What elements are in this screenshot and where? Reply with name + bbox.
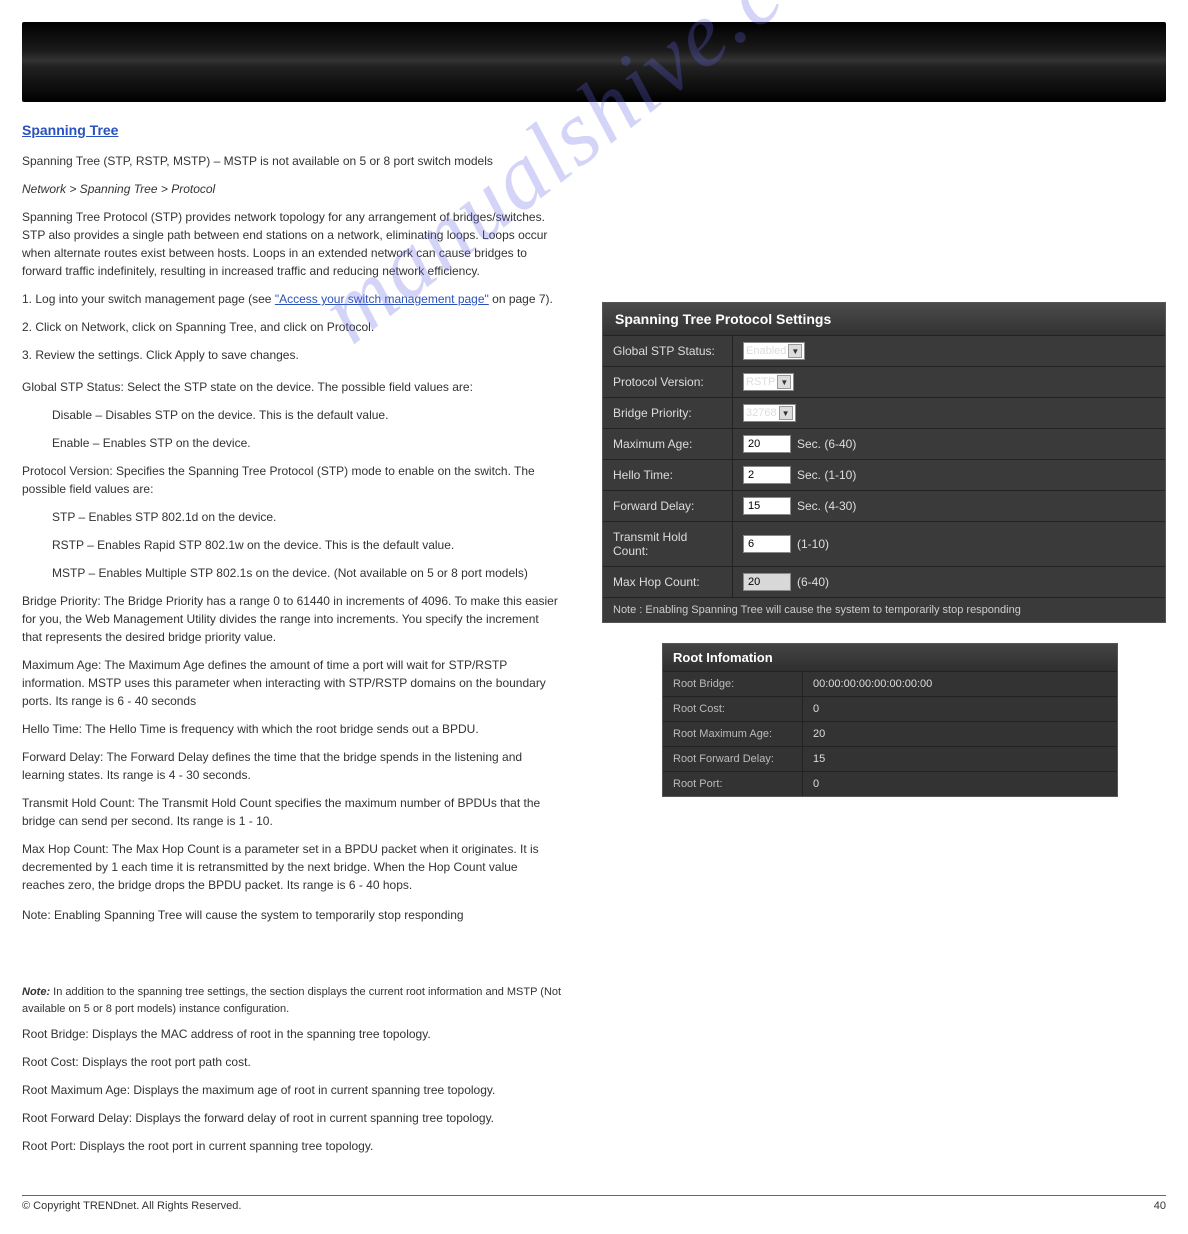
root-label-fwd: Root Forward Delay: <box>663 747 803 771</box>
bullet-fwd: Forward Delay: The Forward Delay defines… <box>22 748 562 784</box>
note-label: Note: <box>22 986 50 998</box>
select-proto[interactable]: RSTP▼ <box>743 373 794 391</box>
root-row-port: Root Port: 0 <box>663 772 1117 796</box>
nav-path: Network > Spanning Tree > Protocol <box>22 180 562 198</box>
row-proto: Protocol Version: RSTP▼ <box>603 367 1165 398</box>
note-inline: Note: Enabling Spanning Tree will cause … <box>22 906 562 924</box>
row-thc: Transmit Hold Count: (1-10) <box>603 522 1165 567</box>
bullet-stp: STP – Enables STP 802.1d on the device. <box>22 508 562 526</box>
label-mhc: Max Hop Count: <box>603 567 733 597</box>
section-title: Spanning Tree <box>22 122 1166 138</box>
root-b-max: Root Maximum Age: Displays the maximum a… <box>22 1081 562 1099</box>
range-maxage: Sec. (6-40) <box>797 437 856 451</box>
root-label-bridge: Root Bridge: <box>663 672 803 696</box>
root-row-cost: Root Cost: 0 <box>663 697 1117 722</box>
root-b-fwd: Root Forward Delay: Displays the forward… <box>22 1109 562 1127</box>
label-priority: Bridge Priority: <box>603 398 733 428</box>
input-maxage[interactable] <box>743 435 791 453</box>
header-banner <box>22 22 1166 102</box>
step-1: 1. Log into your switch management page … <box>22 290 562 308</box>
label-proto: Protocol Version: <box>603 367 733 397</box>
bullet-protocol: Protocol Version: Specifies the Spanning… <box>22 462 562 498</box>
row-priority: Bridge Priority: 32768▼ <box>603 398 1165 429</box>
input-fwd[interactable] <box>743 497 791 515</box>
chevron-down-icon: ▼ <box>779 406 793 420</box>
root-val-port: 0 <box>803 772 1117 796</box>
label-stp-status: Global STP Status: <box>603 336 733 366</box>
bullet-priority: Bridge Priority: The Bridge Priority has… <box>22 592 562 646</box>
root-val-max: 20 <box>803 722 1117 746</box>
root-val-fwd: 15 <box>803 747 1117 771</box>
root-b-bridge: Root Bridge: Displays the MAC address of… <box>22 1025 562 1043</box>
select-priority[interactable]: 32768▼ <box>743 404 796 422</box>
panel-note: Note : Enabling Spanning Tree will cause… <box>603 598 1165 622</box>
intro-text: Spanning Tree (STP, RSTP, MSTP) – MSTP i… <box>22 152 562 170</box>
root-row-fwd: Root Forward Delay: 15 <box>663 747 1117 772</box>
root-info-panel: Root Infomation Root Bridge: 00:00:00:00… <box>662 643 1118 797</box>
step-1-a: 1. Log into your switch management page … <box>22 292 271 306</box>
bullet-hello: Hello Time: The Hello Time is frequency … <box>22 720 562 738</box>
root-b-cost: Root Cost: Displays the root port path c… <box>22 1053 562 1071</box>
root-label-max: Root Maximum Age: <box>663 722 803 746</box>
row-fwd: Forward Delay: Sec. (4-30) <box>603 491 1165 522</box>
chevron-down-icon: ▼ <box>777 375 791 389</box>
bullet-mstp: MSTP – Enables Multiple STP 802.1s on th… <box>22 564 562 582</box>
bullet-disable: Disable – Disables STP on the device. Th… <box>22 406 562 424</box>
row-mhc: Max Hop Count: (6-40) <box>603 567 1165 598</box>
chevron-down-icon: ▼ <box>788 344 802 358</box>
root-val-cost: 0 <box>803 697 1117 721</box>
root-label-cost: Root Cost: <box>663 697 803 721</box>
root-row-max: Root Maximum Age: 20 <box>663 722 1117 747</box>
paragraph-stp: Spanning Tree Protocol (STP) provides ne… <box>22 208 562 280</box>
step-2: 2. Click on Network, click on Spanning T… <box>22 318 562 336</box>
footer-copyright: © Copyright TRENDnet. All Rights Reserve… <box>22 1200 241 1212</box>
bullet-stp-status: Global STP Status: Select the STP state … <box>22 378 562 396</box>
range-hello: Sec. (1-10) <box>797 468 856 482</box>
inline-link[interactable]: "Access your switch management page" <box>275 292 489 306</box>
note-root: Note: In addition to the spanning tree s… <box>22 984 562 1155</box>
left-column: Spanning Tree (STP, RSTP, MSTP) – MSTP i… <box>22 152 562 1165</box>
range-mhc: (6-40) <box>797 575 829 589</box>
input-hello[interactable] <box>743 466 791 484</box>
footer-page: 40 <box>1154 1200 1166 1212</box>
bullet-mhc: Max Hop Count: The Max Hop Count is a pa… <box>22 840 562 894</box>
label-maxage: Maximum Age: <box>603 429 733 459</box>
root-val-bridge: 00:00:00:00:00:00:00:00 <box>803 672 1117 696</box>
input-mhc[interactable] <box>743 573 791 591</box>
range-fwd: Sec. (4-30) <box>797 499 856 513</box>
bullet-enable: Enable – Enables STP on the device. <box>22 434 562 452</box>
root-label-port: Root Port: <box>663 772 803 796</box>
stp-settings-panel: Spanning Tree Protocol Settings Global S… <box>602 302 1166 623</box>
bullet-maxage: Maximum Age: The Maximum Age defines the… <box>22 656 562 710</box>
panel-title: Spanning Tree Protocol Settings <box>603 303 1165 336</box>
label-hello: Hello Time: <box>603 460 733 490</box>
row-hello: Hello Time: Sec. (1-10) <box>603 460 1165 491</box>
bullet-thc: Transmit Hold Count: The Transmit Hold C… <box>22 794 562 830</box>
bullet-rstp: RSTP – Enables Rapid STP 802.1w on the d… <box>22 536 562 554</box>
root-b-port: Root Port: Displays the root port in cur… <box>22 1137 562 1155</box>
root-row-bridge: Root Bridge: 00:00:00:00:00:00:00:00 <box>663 672 1117 697</box>
input-thc[interactable] <box>743 535 791 553</box>
label-thc: Transmit Hold Count: <box>603 522 733 566</box>
range-thc: (1-10) <box>797 537 829 551</box>
step-3: 3. Review the settings. Click Apply to s… <box>22 346 562 364</box>
root-title: Root Infomation <box>663 644 1117 672</box>
select-stp-status[interactable]: Enabled▼ <box>743 342 805 360</box>
note-root-text: In addition to the spanning tree setting… <box>22 986 561 1015</box>
label-fwd: Forward Delay: <box>603 491 733 521</box>
step-1-b: on page 7). <box>492 292 553 306</box>
row-maxage: Maximum Age: Sec. (6-40) <box>603 429 1165 460</box>
row-stp-status: Global STP Status: Enabled▼ <box>603 336 1165 367</box>
